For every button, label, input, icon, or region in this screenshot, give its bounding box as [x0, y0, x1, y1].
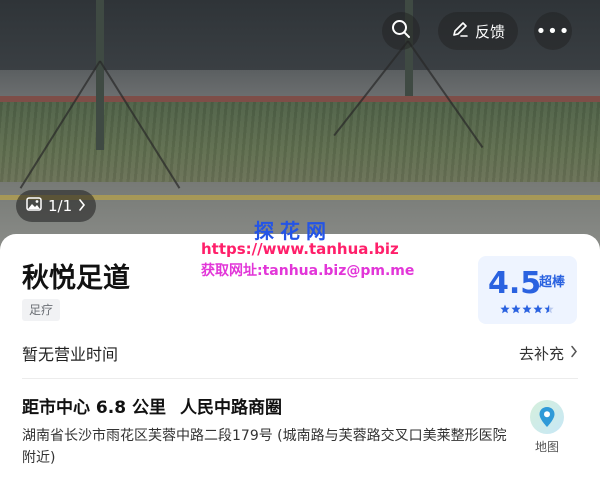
rating-stars	[500, 304, 554, 314]
photo-pole	[96, 0, 104, 150]
supplement-hours-button[interactable]: 去补充	[519, 343, 578, 364]
divider	[22, 378, 578, 379]
feedback-button[interactable]: 反馈	[438, 12, 518, 50]
chevron-right-icon	[570, 344, 578, 362]
address-text[interactable]: 湖南省长沙市雨花区芙蓉中路二段179号 (城南路与芙蓉路交叉口美莱整形医院附近)	[22, 425, 520, 469]
rating-box[interactable]: 4.5 超棒	[478, 256, 577, 324]
map-label: 地图	[534, 440, 559, 454]
map-pin-icon	[530, 400, 564, 434]
map-button[interactable]: 地图	[526, 400, 568, 455]
search-icon	[391, 19, 411, 43]
business-hours-text: 暂无营业时间	[22, 345, 119, 364]
rating-label: 超棒	[539, 275, 566, 290]
star-icon	[500, 304, 510, 314]
photo-grass	[0, 102, 600, 182]
street-photo[interactable]: 反馈 ••• 1/1	[0, 0, 600, 250]
star-icon	[511, 304, 521, 314]
location-summary: 距市中心 6.8 公里 人民中路商圈	[22, 393, 282, 418]
edit-icon	[451, 20, 469, 42]
business-hours-row: 暂无营业时间 去补充	[22, 338, 578, 368]
star-icon	[522, 304, 532, 314]
business-district: 人民中路商圈	[179, 398, 282, 418]
watermark-url: https://www.tanhua.biz	[201, 240, 399, 258]
place-name: 秋悦足道	[22, 263, 130, 294]
more-button[interactable]: •••	[534, 12, 572, 50]
image-icon	[26, 197, 42, 215]
photo-count-text: 1/1	[48, 197, 73, 215]
watermark-mail: 获取网址:tanhua.biz@pm.me	[201, 263, 415, 279]
star-icon	[533, 304, 543, 314]
distance-text: 距市中心 6.8 公里	[22, 398, 166, 418]
star-half-icon	[544, 304, 554, 314]
rating-score: 4.5	[488, 266, 542, 301]
more-icon: •••	[535, 20, 571, 42]
feedback-label: 反馈	[474, 22, 505, 41]
search-button[interactable]	[382, 12, 420, 50]
category-tag: 足疗	[22, 299, 61, 321]
chevron-right-icon	[78, 197, 86, 215]
photo-count-button[interactable]: 1/1	[16, 190, 97, 222]
supplement-label: 去补充	[518, 344, 564, 363]
